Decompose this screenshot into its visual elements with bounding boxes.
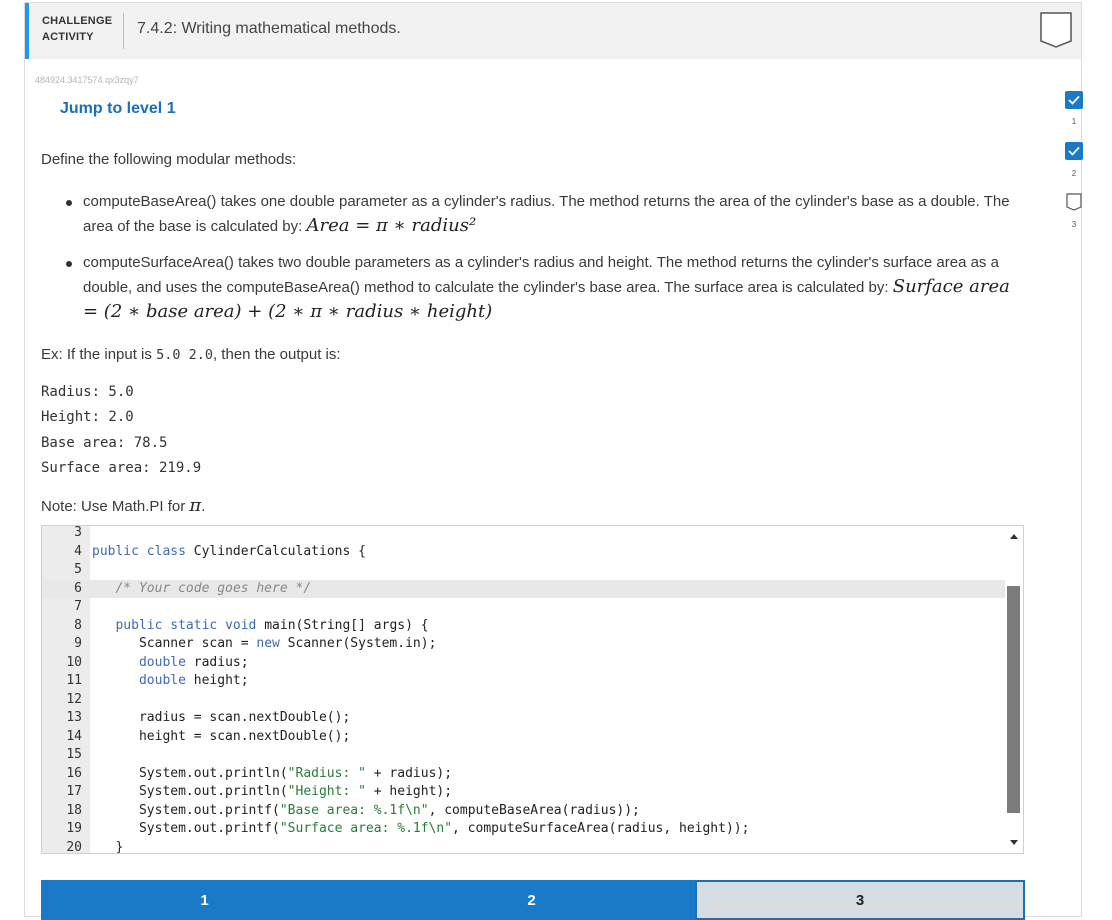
example-input: 5.0 2.0: [156, 347, 213, 363]
check-icon: [1065, 91, 1083, 109]
code-text[interactable]: double radius;: [92, 654, 249, 673]
line-number: 7: [74, 599, 82, 614]
code-text[interactable]: height = scan.nextDouble();: [92, 728, 350, 747]
instructions-intro: Define the following modular methods:: [41, 151, 297, 168]
challenge-activity-label: CHALLENGE ACTIVITY: [42, 15, 113, 43]
scroll-up-icon[interactable]: [1010, 534, 1018, 539]
code-line[interactable]: 11 double height;: [42, 672, 1005, 691]
scrollbar-thumb[interactable]: [1007, 586, 1020, 813]
output-line: Height: 2.0: [41, 409, 134, 425]
base-area-formula: Area = π ∗ radius²: [306, 215, 477, 236]
editor-scrollbar[interactable]: [1005, 526, 1023, 853]
jump-to-level-link[interactable]: Jump to level 1: [60, 100, 176, 118]
output-line: Base area: 78.5: [41, 435, 168, 451]
level-2-button[interactable]: 2: [368, 880, 695, 920]
example-text: Ex: If the input is 5.0 2.0, then the ou…: [41, 346, 341, 363]
code-text[interactable]: System.out.println("Height: " + height);: [92, 783, 452, 802]
side-level-label: 2: [1071, 169, 1077, 178]
code-text[interactable]: public class CylinderCalculations {: [92, 543, 366, 562]
level-1-button[interactable]: 1: [41, 880, 368, 920]
list-item: computeSurfaceArea() takes two double pa…: [66, 251, 1023, 325]
line-number: 9: [74, 636, 82, 651]
code-text[interactable]: /* Your code goes here */: [92, 580, 311, 599]
challenge-card: CHALLENGE ACTIVITY 7.4.2: Writing mathem…: [24, 2, 1083, 920]
code-line[interactable]: 6 /* Your code goes here */: [42, 579, 1005, 599]
line-number: 19: [66, 821, 82, 836]
code-text[interactable]: radius = scan.nextDouble();: [92, 709, 350, 728]
side-level-label: 1: [1071, 117, 1077, 126]
scroll-down-icon[interactable]: [1010, 840, 1018, 845]
line-number: 18: [66, 802, 82, 818]
challenge-header: CHALLENGE ACTIVITY 7.4.2: Writing mathem…: [25, 3, 1081, 59]
line-number: 16: [66, 765, 82, 781]
code-text[interactable]: Scanner scan = new Scanner(System.in);: [92, 635, 436, 654]
output-line: Radius: 5.0: [41, 384, 134, 400]
line-number: 14: [66, 728, 82, 744]
code-line[interactable]: 18 System.out.printf("Base area: %.1f\n"…: [42, 802, 1005, 821]
code-text[interactable]: System.out.printf("Surface area: %.1f\n"…: [92, 820, 750, 839]
line-number: 17: [66, 784, 82, 799]
code-lines[interactable]: 3 4 public class CylinderCalculations { 5 6 …: [42, 525, 1005, 854]
line-number: 4: [74, 543, 82, 559]
level-bar: 1 2 3: [41, 880, 1025, 920]
code-line[interactable]: 14 height = scan.nextDouble();: [42, 728, 1005, 747]
completion-shield-icon: [1040, 12, 1072, 48]
level-3-button[interactable]: 3: [695, 880, 1025, 920]
side-level-1-check[interactable]: [1065, 91, 1083, 109]
code-text[interactable]: }: [92, 839, 123, 854]
method-list: computeBaseArea() takes one double param…: [66, 190, 1023, 337]
code-line[interactable]: 17 System.out.println("Height: " + heigh…: [42, 783, 1005, 802]
line-number: 3: [74, 525, 82, 540]
line-number: 5: [74, 562, 82, 577]
output-line: Surface area: 219.9: [41, 460, 202, 476]
code-line[interactable]: 3: [42, 525, 1005, 543]
code-text[interactable]: System.out.println("Radius: " + radius);: [92, 765, 452, 784]
code-line[interactable]: 5: [42, 561, 1005, 580]
code-editor[interactable]: 3 4 public class CylinderCalculations { 5 6 …: [41, 525, 1024, 854]
activity-title: 7.4.2: Writing mathematical methods.: [137, 20, 401, 37]
code-line[interactable]: 13 radius = scan.nextDouble();: [42, 709, 1005, 728]
line-number: 12: [66, 691, 82, 707]
code-text[interactable]: public static void main(String[] args) {: [92, 617, 428, 636]
code-line[interactable]: 4 public class CylinderCalculations {: [42, 543, 1005, 562]
empty-shield-icon: [1066, 193, 1082, 211]
header-divider: [123, 13, 124, 49]
code-text[interactable]: double height;: [92, 672, 249, 691]
side-level-label: 3: [1071, 220, 1077, 229]
side-level-3-badge[interactable]: [1066, 193, 1082, 216]
line-number: 10: [66, 654, 82, 670]
check-icon: [1065, 142, 1083, 160]
code-line[interactable]: 7: [42, 598, 1005, 617]
line-number: 11: [66, 673, 82, 688]
line-number: 15: [66, 747, 82, 762]
note-text: Note: Use Math.PI for π.: [41, 495, 206, 516]
code-line[interactable]: 8 public static void main(String[] args)…: [42, 617, 1005, 636]
code-line[interactable]: 20 }: [42, 839, 1005, 854]
code-text[interactable]: System.out.printf("Base area: %.1f\n", c…: [92, 802, 640, 821]
line-number: 20: [66, 839, 82, 854]
line-number: 6: [74, 580, 82, 596]
code-line[interactable]: 15: [42, 746, 1005, 765]
code-line[interactable]: 10 double radius;: [42, 654, 1005, 673]
code-line[interactable]: 9 Scanner scan = new Scanner(System.in);: [42, 635, 1005, 654]
side-level-2-check[interactable]: [1065, 142, 1083, 160]
line-number: 8: [74, 617, 82, 633]
line-number: 13: [66, 710, 82, 725]
list-item: computeBaseArea() takes one double param…: [66, 190, 1023, 239]
code-line[interactable]: 12: [42, 691, 1005, 710]
code-line[interactable]: 19 System.out.printf("Surface area: %.1f…: [42, 820, 1005, 839]
activity-id: 484924.3417574.qx3zqy7: [35, 75, 139, 85]
pi-symbol: π: [189, 495, 202, 516]
code-line[interactable]: 16 System.out.println("Radius: " + radiu…: [42, 765, 1005, 784]
